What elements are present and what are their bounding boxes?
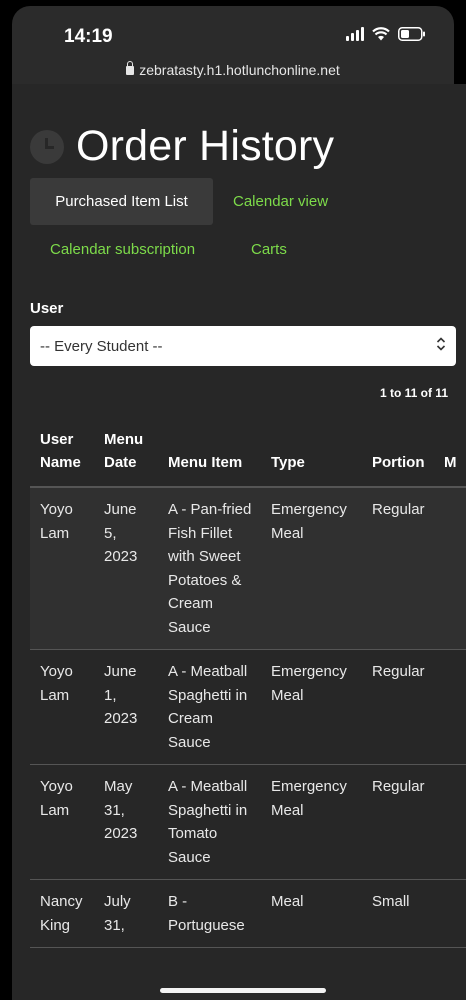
home-indicator[interactable] — [160, 988, 326, 993]
page-title: Order History — [76, 122, 335, 170]
wifi-icon — [372, 27, 390, 41]
cell-menu-date: June 1, 2023 — [94, 649, 158, 765]
cell-menu-item: B - Portuguese — [158, 879, 261, 948]
cell-portion: Regular — [362, 487, 434, 650]
col-header-menu-date[interactable]: Menu Date — [94, 418, 158, 488]
cell-portion: Regular — [362, 764, 434, 880]
col-header-portion[interactable]: Portion — [362, 418, 434, 488]
cell-type: Emergency Meal — [261, 649, 362, 765]
status-time: 14:19 — [64, 26, 113, 47]
cell-type: Meal — [261, 879, 362, 948]
history-clock-icon — [30, 129, 64, 164]
signal-icon — [346, 27, 364, 41]
cell-truncated — [434, 764, 466, 880]
cell-user-name: Yoyo Lam — [30, 649, 94, 765]
select-arrows-icon — [436, 335, 446, 357]
table-row: Nancy King July 31, B - Portuguese Meal … — [30, 879, 466, 948]
cell-truncated — [434, 879, 466, 948]
tab-carts[interactable]: Carts — [251, 241, 287, 258]
page-header: Order History — [30, 122, 334, 171]
lock-icon — [126, 61, 135, 75]
tab-calendar-subscription[interactable]: Calendar subscription — [50, 241, 195, 258]
cell-truncated — [434, 487, 466, 650]
table-row: Yoyo Lam June 5, 2023 A - Pan-fried Fish… — [30, 487, 466, 650]
cell-menu-item: A - Meatball Spaghetti in Tomato Sauce — [158, 764, 261, 880]
url-text: zebratasty.h1.hotlunchonline.net — [139, 62, 340, 78]
col-header-user-name[interactable]: User Name — [30, 418, 94, 488]
cell-menu-date: July 31, — [94, 879, 158, 948]
cell-user-name: Yoyo Lam — [30, 764, 94, 880]
cell-menu-date: May 31, 2023 — [94, 764, 158, 880]
cell-portion: Small — [362, 879, 434, 948]
cell-user-name: Yoyo Lam — [30, 487, 94, 650]
tab-purchased-item-list[interactable]: Purchased Item List — [30, 178, 213, 225]
page-content: Order History Purchased Item List Calend… — [12, 84, 466, 1000]
cell-menu-date: June 5, 2023 — [94, 487, 158, 650]
tab-calendar-view[interactable]: Calendar view — [233, 193, 328, 210]
user-select-value: -- Every Student -- — [40, 337, 163, 355]
user-filter-label: User — [30, 300, 64, 317]
col-header-truncated[interactable]: M — [434, 418, 466, 488]
table-row: Yoyo Lam June 1, 2023 A - Meatball Spagh… — [30, 649, 466, 765]
table-header-row: User Name Menu Date Menu Item Type Porti… — [30, 418, 466, 488]
cell-menu-item: A - Meatball Spaghetti in Cream Sauce — [158, 649, 261, 765]
user-select[interactable]: -- Every Student -- — [30, 326, 456, 366]
table-row: Yoyo Lam May 31, 2023 A - Meatball Spagh… — [30, 764, 466, 880]
cell-menu-item: A - Pan-fried Fish Fillet with Sweet Pot… — [158, 487, 261, 650]
col-header-menu-item[interactable]: Menu Item — [158, 418, 261, 488]
status-icons — [346, 27, 426, 41]
url-bar[interactable]: zebratasty.h1.hotlunchonline.net — [12, 61, 454, 78]
battery-icon — [398, 27, 426, 41]
cell-type: Emergency Meal — [261, 764, 362, 880]
cell-user-name: Nancy King — [30, 879, 94, 948]
cell-type: Emergency Meal — [261, 487, 362, 650]
col-header-type[interactable]: Type — [261, 418, 362, 488]
order-history-table: User Name Menu Date Menu Item Type Porti… — [30, 418, 466, 948]
browser-top-bar: 14:19 zebratasty.h1.hotlunchonline.net — [12, 6, 454, 84]
cell-truncated — [434, 649, 466, 765]
pagination-summary: 1 to 11 of 11 — [379, 386, 448, 400]
cell-portion: Regular — [362, 649, 434, 765]
